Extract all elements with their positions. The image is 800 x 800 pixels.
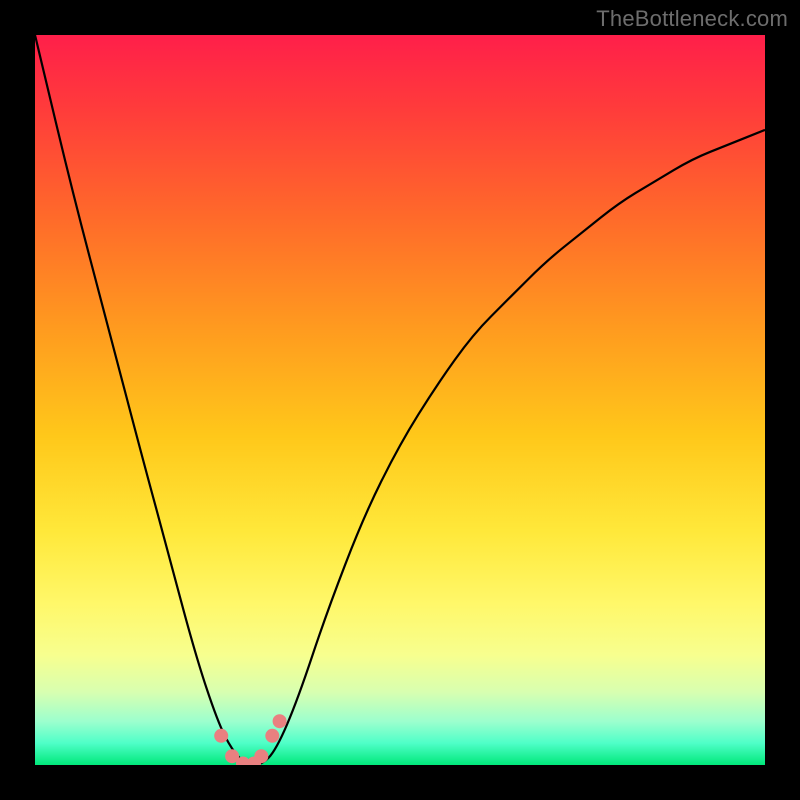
- bottleneck-curve-svg: [35, 35, 765, 765]
- watermark-text: TheBottleneck.com: [596, 6, 788, 32]
- curve-markers: [214, 714, 286, 765]
- curve-marker: [273, 714, 287, 728]
- chart-frame: TheBottleneck.com: [0, 0, 800, 800]
- plot-area: [35, 35, 765, 765]
- curve-marker: [214, 729, 228, 743]
- curve-marker: [265, 729, 279, 743]
- curve-marker: [254, 749, 268, 763]
- bottleneck-curve: [35, 35, 765, 765]
